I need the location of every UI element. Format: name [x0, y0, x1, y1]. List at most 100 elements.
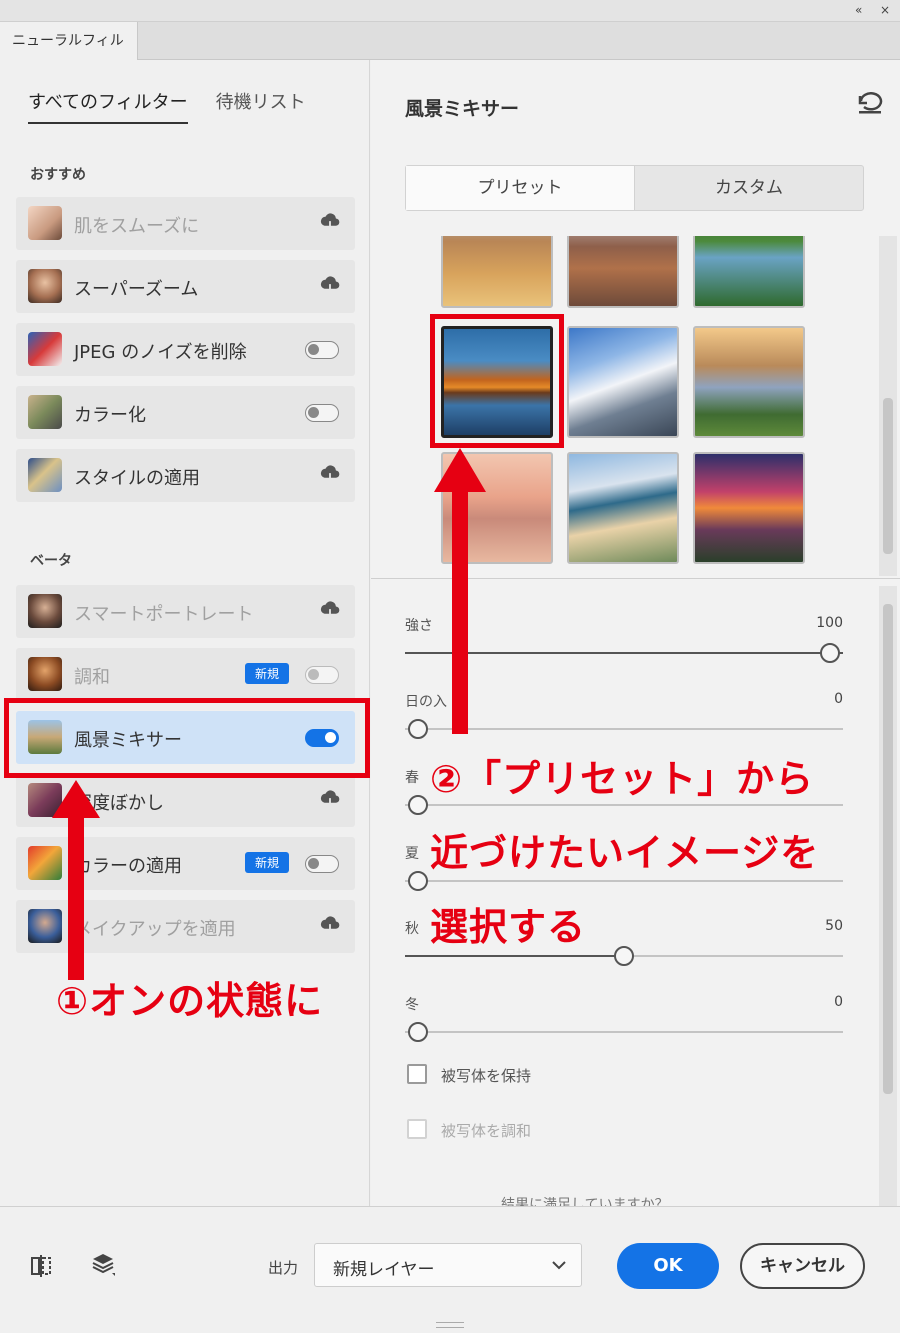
annotation-box-filter	[4, 698, 370, 778]
compare-view-icon[interactable]	[28, 1253, 54, 1279]
tab-all-filters[interactable]: すべてのフィルター	[28, 88, 188, 124]
ok-button[interactable]: OK	[617, 1243, 719, 1289]
filter-item-jpeg-artifact-removal[interactable]: JPEG のノイズを削除	[16, 323, 355, 376]
cloud-download-icon[interactable]	[319, 276, 341, 296]
filter-item-super-zoom[interactable]: スーパーズーム	[16, 260, 355, 313]
annotation-step2-line3: 選択する	[430, 905, 587, 949]
filter-item-label: 調和	[74, 667, 110, 688]
layers-icon[interactable]	[90, 1251, 116, 1277]
filter-item-label: カラー化	[74, 405, 146, 426]
output-label: 出力	[268, 1259, 299, 1277]
new-badge: 新規	[244, 852, 289, 873]
slider-fill	[405, 955, 624, 957]
annotation-step2-line2: 近づけたいイメージを	[430, 831, 820, 875]
panel-tab-neural-filters[interactable]: ニューラルフィルター	[0, 22, 138, 87]
slider-handle[interactable]	[408, 795, 429, 815]
slider-label: 夏	[405, 846, 419, 862]
harmonize-subject-checkbox[interactable]	[407, 1119, 427, 1139]
slider-handle[interactable]	[408, 1022, 429, 1042]
slider-value: 50	[825, 918, 843, 934]
cloud-download-icon[interactable]	[319, 916, 341, 936]
smart-portrait-thumb-icon	[28, 594, 62, 628]
preset-thumb-snow-mountain[interactable]	[567, 326, 679, 438]
section-title-beta: ベータ	[30, 553, 72, 569]
filter-item-harmonization[interactable]: 調和 新規	[16, 648, 355, 701]
super-zoom-thumb-icon	[28, 269, 62, 303]
resize-grip[interactable]	[436, 1322, 464, 1328]
preset-custom-switch: プリセット カスタム	[405, 165, 864, 211]
slider-value: 0	[834, 994, 843, 1010]
annotation-arrow-up-right	[434, 448, 486, 734]
filter-toggle[interactable]	[305, 666, 339, 684]
close-icon[interactable]: ×	[880, 3, 890, 17]
filter-tabs: すべてのフィルター 待機リスト	[28, 88, 306, 124]
slider-handle[interactable]	[614, 946, 634, 966]
annotation-box-preset	[430, 314, 564, 448]
slider-handle[interactable]	[408, 719, 429, 739]
slider-label: 秋	[405, 921, 419, 937]
gallery-scroll-thumb[interactable]	[883, 398, 893, 554]
output-select[interactable]: 新規レイヤー	[314, 1243, 582, 1287]
cloud-download-icon[interactable]	[319, 601, 341, 621]
settings-scroll-thumb[interactable]	[883, 604, 893, 1094]
chevron-down-icon	[552, 1261, 566, 1270]
settings-scrollbar[interactable]	[879, 586, 897, 1206]
filter-item-label: スーパーズーム	[74, 279, 199, 300]
annotation-step2-line1: ②「プリセット」から	[430, 757, 815, 801]
style-transfer-thumb-icon	[28, 458, 62, 492]
harmonize-subject-label: 被写体を調和	[441, 1122, 532, 1140]
annotation-step1: ①オンの状態に	[56, 979, 324, 1023]
preset-thumb-monument-valley[interactable]	[567, 236, 679, 308]
filter-item-label: スマートポートレート	[74, 604, 254, 625]
filter-item-label: JPEG のノイズを削除	[74, 342, 247, 363]
cancel-button[interactable]: キャンセル	[740, 1243, 865, 1289]
harmonization-thumb-icon	[28, 657, 62, 691]
filter-toggle[interactable]	[305, 404, 339, 422]
slider-handle[interactable]	[408, 871, 429, 891]
tab-presets[interactable]: プリセット	[406, 166, 635, 210]
annotation-arrow-up-left	[52, 780, 100, 980]
keep-subject-label: 被写体を保持	[441, 1067, 532, 1085]
tab-waitlist[interactable]: 待機リスト	[216, 88, 306, 124]
filter-item-style-transfer[interactable]: スタイルの適用	[16, 449, 355, 502]
jpeg-noise-thumb-icon	[28, 332, 62, 366]
slider-label: 春	[405, 770, 419, 786]
slider-track[interactable]	[405, 1031, 843, 1033]
colorize-thumb-icon	[28, 395, 62, 429]
slider-handle[interactable]	[819, 643, 840, 663]
slider-value: 0	[834, 691, 843, 707]
preset-thumb-desert[interactable]	[441, 236, 553, 308]
feedback-text: 結果に満足していますか？	[501, 1197, 669, 1206]
slider-track[interactable]	[405, 880, 843, 882]
cloud-download-icon[interactable]	[319, 465, 341, 485]
filter-toggle[interactable]	[305, 855, 339, 873]
filter-title: 風景ミキサー	[405, 98, 520, 120]
tab-custom[interactable]: カスタム	[635, 166, 863, 210]
slider-value: 100	[816, 615, 843, 631]
preset-thumb-river-forest[interactable]	[693, 236, 805, 308]
new-badge: 新規	[244, 663, 289, 684]
filter-toggle[interactable]	[305, 341, 339, 359]
preset-thumb-coast[interactable]	[567, 452, 679, 564]
slider-label: 強さ	[405, 618, 433, 634]
preset-thumb-sunset-ridge[interactable]	[693, 452, 805, 564]
filter-item-label: 肌をスムーズに	[74, 216, 200, 237]
keep-subject-checkbox[interactable]	[407, 1064, 427, 1084]
slider-label: 冬	[405, 997, 419, 1013]
skin-smoothing-thumb-icon	[28, 206, 62, 240]
slider-row: 冬0	[405, 994, 843, 1054]
dialog-footer: 出力 新規レイヤー OK キャンセル	[0, 1206, 900, 1333]
preset-thumb-valley[interactable]	[693, 326, 805, 438]
cloud-download-icon[interactable]	[319, 790, 341, 810]
cloud-download-icon[interactable]	[319, 213, 341, 233]
window-titlebar: « ×	[0, 0, 900, 22]
collapse-icon[interactable]: «	[855, 3, 862, 17]
slider-track[interactable]	[405, 804, 843, 806]
filter-item-smart-portrait[interactable]: スマートポートレート	[16, 585, 355, 638]
filter-item-label: スタイルの適用	[74, 468, 200, 489]
panel-tab-row: ニューラルフィルター	[0, 22, 900, 87]
filter-item-skin-smoothing[interactable]: 肌をスムーズに	[16, 197, 355, 250]
filter-item-colorize[interactable]: カラー化	[16, 386, 355, 439]
reset-icon[interactable]	[856, 92, 884, 116]
gallery-scrollbar[interactable]	[879, 236, 897, 576]
